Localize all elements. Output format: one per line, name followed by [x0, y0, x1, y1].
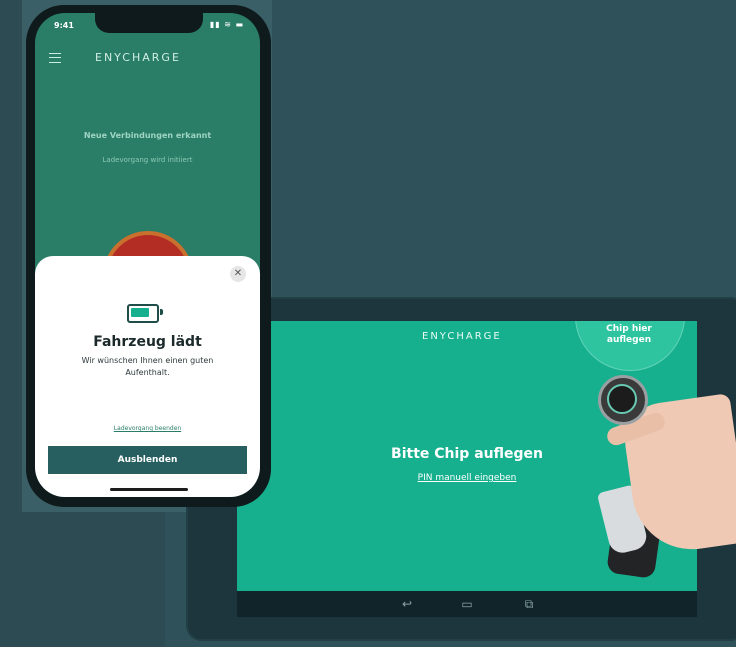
close-icon[interactable]: ✕ [230, 266, 246, 282]
connection-status: Neue Verbindungen erkannt [83, 131, 212, 140]
back-icon[interactable]: ↩ [397, 597, 417, 611]
home-icon[interactable]: ▭ [457, 597, 477, 611]
tablet-navbar: ↩ ▭ ⧉ [237, 591, 697, 617]
battery-charging-icon [127, 304, 163, 323]
charging-sheet: ✕ Fahrzeug lädt Wir wünschen Ihnen einen… [35, 256, 260, 497]
home-indicator [110, 488, 188, 491]
phone-screen: 9:41 ▮▮ ≋ ▬ ENYCHARGE Neue Verbindungen … [35, 13, 260, 497]
recents-icon[interactable]: ⧉ [519, 597, 539, 611]
chip-reader-label: Chip hier auflegen [606, 324, 652, 345]
sheet-title: Fahrzeug lädt [93, 334, 202, 350]
pin-manual-link[interactable]: PIN manuell eingeben [237, 473, 697, 483]
hamburger-menu-icon[interactable] [49, 53, 61, 63]
charging-initiated-text: Ladevorgang wird initiiert [102, 156, 193, 164]
sheet-body: Wir wünschen Ihnen einen guten Aufenthal… [81, 356, 214, 377]
stop-charging-link[interactable]: Ladevorgang beenden [35, 425, 260, 432]
status-icons: ▮▮ ≋ ▬ [209, 20, 244, 29]
phone-logo: ENYCHARGE [95, 51, 181, 64]
key-fob-chip-center [607, 384, 637, 414]
tablet-logo: ENYCHARGE [422, 331, 502, 342]
phone-notch [95, 13, 203, 33]
status-time: 9:41 [54, 21, 74, 30]
hide-button[interactable]: Ausblenden [48, 446, 247, 474]
